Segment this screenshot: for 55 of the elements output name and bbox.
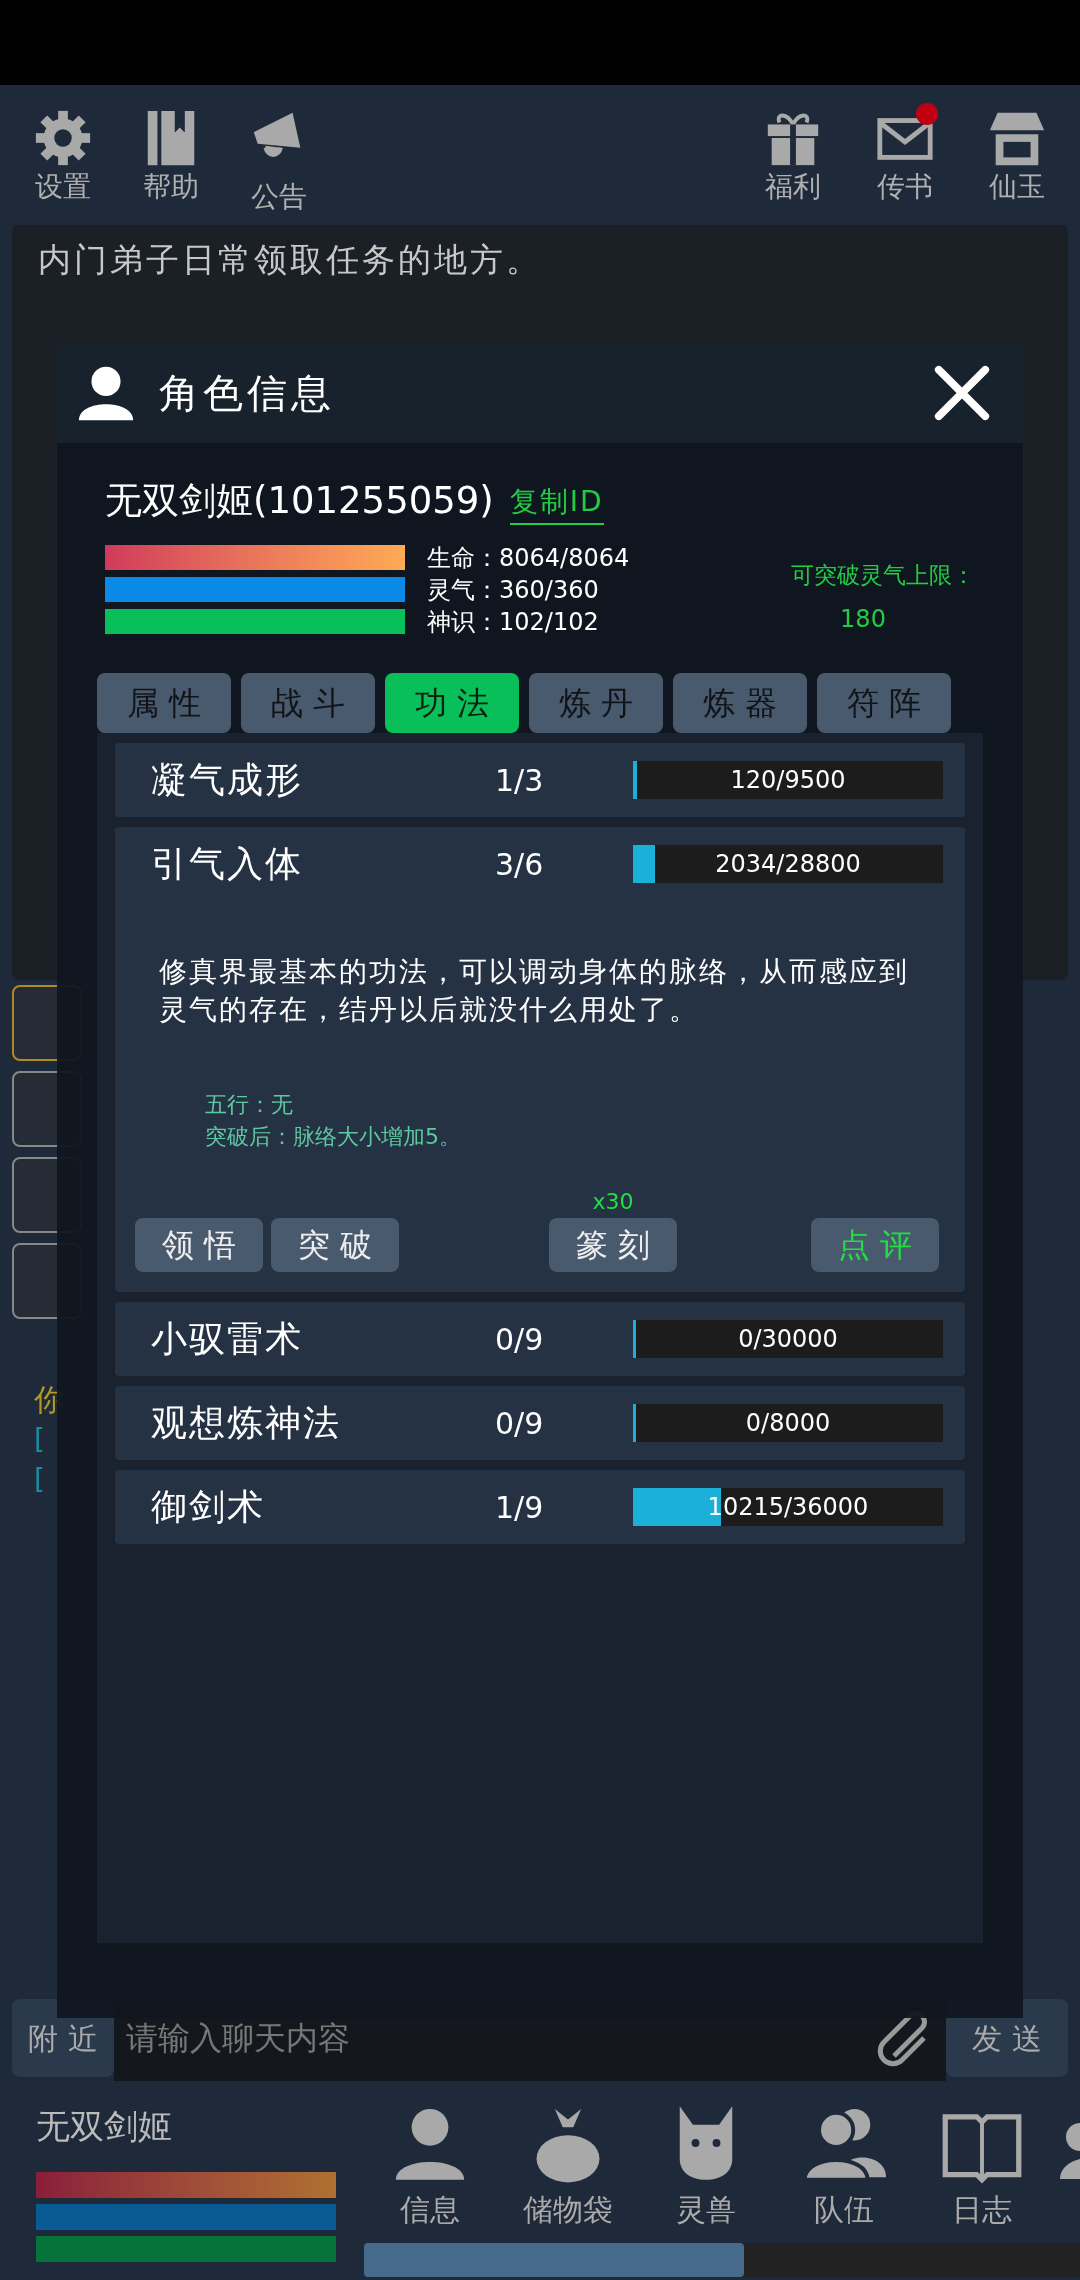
scroll-thumb[interactable]	[364, 2243, 744, 2277]
chat-text: [	[34, 1422, 46, 1458]
stat-value: 360/360	[499, 574, 599, 605]
skill-rank: 1/9	[495, 1488, 545, 1527]
skill-name: 凝气成形	[150, 758, 304, 802]
chat-text: 你	[34, 1381, 64, 1419]
nav-button[interactable]: 队伍	[794, 2101, 894, 2227]
skill-description: 修真界最基本的功法，可以调动身体的脉络，从而感应到灵气的存在，结丹以后就没什么用处了。	[158, 954, 910, 1028]
nav-button[interactable]: 灵兽	[656, 2101, 756, 2227]
skill-name: 小驭雷术	[150, 1317, 304, 1361]
tab[interactable]: 功 法	[385, 673, 519, 733]
action-button[interactable]: 突 破	[271, 1218, 399, 1272]
skill-rank: 0/9	[495, 1404, 545, 1443]
copy-id-link[interactable]: 复制ID	[509, 480, 604, 525]
toolbar-button[interactable]: 帮助	[136, 107, 206, 211]
location-description: 内门弟子日常领取任务的地方。	[38, 239, 543, 281]
toolbar-button[interactable]: 仙玉	[982, 107, 1052, 201]
chat-text: [	[34, 1462, 46, 1498]
nav-button[interactable]: 信息	[380, 2101, 480, 2227]
count-label: x30	[592, 1188, 634, 1216]
breakthrough-label: 可突破灵气上限：	[791, 561, 975, 590]
nav-button[interactable]: 日志	[932, 2101, 1032, 2227]
breakthrough-value: 180	[840, 603, 886, 635]
progress-text: 0/8000	[744, 1408, 832, 1439]
skill-name: 观想炼神法	[150, 1401, 342, 1445]
nav-button[interactable]: 储物袋	[518, 2101, 618, 2227]
stat-value: 8064/8064	[499, 542, 630, 573]
stat-label: 灵气：	[427, 574, 499, 605]
skill-rank: 3/6	[495, 845, 545, 884]
toolbar-button[interactable]: 福利	[758, 107, 828, 201]
stat-label: 生命：	[427, 542, 499, 573]
action-button[interactable]: 篆 刻	[549, 1218, 677, 1272]
toolbar-button[interactable]: 传书	[870, 107, 940, 201]
skill-rank: 1/3	[495, 761, 545, 800]
skill-row[interactable]: 凝气成形 1/3 120/9500	[115, 743, 965, 817]
skill-attribute: 五行：无	[205, 1091, 294, 1119]
progress-text: 120/9500	[729, 765, 847, 796]
character-name: 无双剑姬(101255059)	[105, 478, 494, 524]
skill-row[interactable]: 引气入体 3/6 2034/28800 修真界最基本的功法，可以调动身体的脉络，从而感应到灵气的存在，结丹以后就没什么用处了。 五行：无 突破后：脉络大小增加5。 领 悟 突 破 x30 篆 刻 点 评	[115, 827, 965, 1292]
toolbar-button[interactable]: 设置	[28, 107, 98, 211]
action-button[interactable]: 点 评	[811, 1218, 939, 1272]
progress-text: 0/30000	[737, 1324, 839, 1355]
skill-row[interactable]: 小驭雷术 0/9 0/30000	[115, 1302, 965, 1376]
player-name: 无双剑姬	[36, 2105, 173, 2148]
skill-name: 引气入体	[150, 842, 304, 886]
toolbar-button[interactable]: 公告	[244, 107, 314, 211]
stat-label: 神识：	[427, 606, 499, 637]
skill-row[interactable]: 观想炼神法 0/9 0/8000	[115, 1386, 965, 1460]
skill-name: 御剑术	[150, 1485, 266, 1529]
stat-value: 102/102	[499, 606, 599, 637]
skill-attribute: 突破后：脉络大小增加5。	[205, 1123, 462, 1151]
action-button[interactable]: 领 悟	[135, 1218, 263, 1272]
skill-rank: 0/9	[495, 1320, 545, 1359]
progress-text: 2034/28800	[714, 849, 862, 880]
dialog-title: 角色信息	[159, 369, 335, 418]
